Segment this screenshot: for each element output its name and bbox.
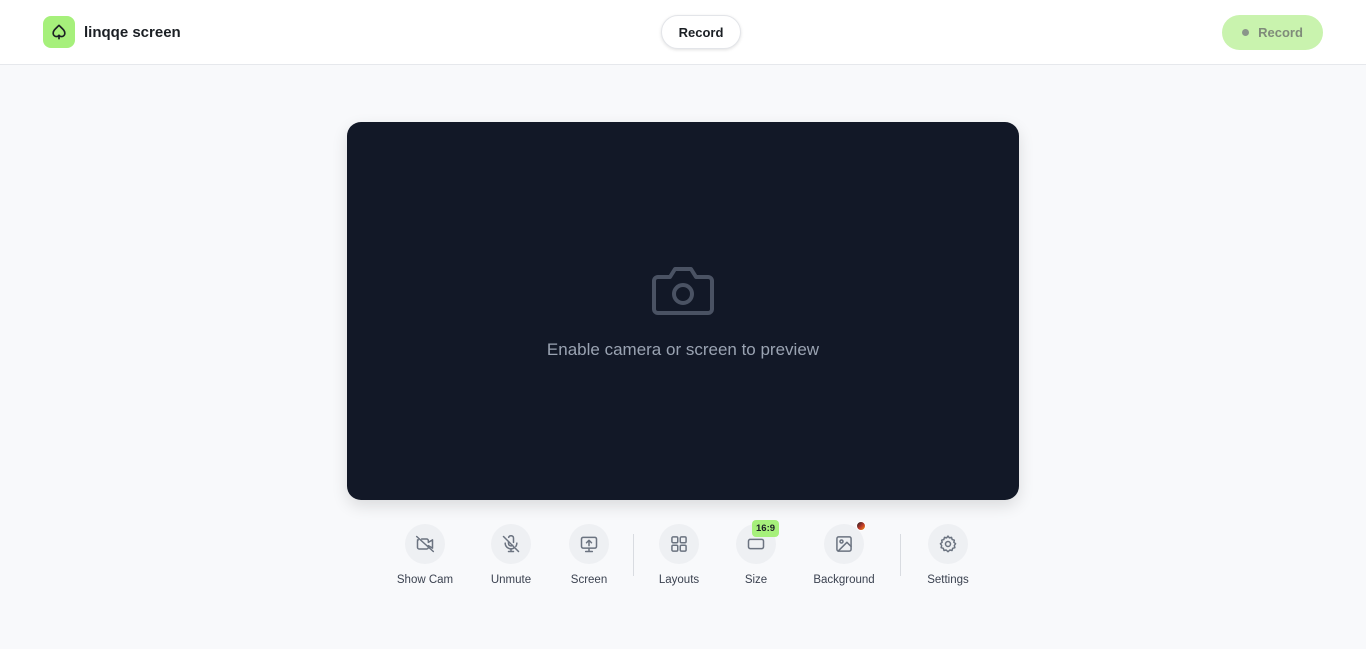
show-cam-button[interactable]: Show Cam	[380, 524, 470, 586]
background-button[interactable]: Background	[799, 521, 889, 586]
app-header: linqqe screen Record Record	[0, 0, 1366, 65]
show-cam-label: Show Cam	[396, 574, 454, 586]
record-dot-icon	[1242, 29, 1250, 36]
screen-share-icon	[580, 536, 598, 553]
logo-icon	[43, 16, 75, 48]
camera-icon	[652, 263, 714, 322]
aspect-ratio-icon	[747, 538, 765, 550]
settings-button[interactable]: Settings	[903, 524, 993, 586]
brand[interactable]: linqqe screen	[43, 16, 181, 48]
size-button[interactable]: 16:9 Size	[711, 520, 801, 586]
settings-icon-wrap	[928, 524, 968, 564]
background-label: Background	[813, 574, 875, 586]
record-button-label: Record	[1258, 25, 1303, 40]
size-icon-wrap: 16:9	[736, 520, 780, 564]
settings-label: Settings	[927, 574, 969, 586]
image-icon	[836, 536, 852, 552]
tab-record[interactable]: Record	[661, 15, 741, 49]
layouts-label: Layouts	[658, 574, 700, 586]
unmute-label: Unmute	[490, 574, 532, 586]
size-label: Size	[744, 574, 768, 586]
screen-button[interactable]: Screen	[544, 524, 634, 586]
preview-area: Enable camera or screen to preview	[347, 122, 1019, 500]
unmute-button[interactable]: Unmute	[466, 524, 556, 586]
mic-off-icon	[502, 535, 520, 553]
preview-placeholder-text: Enable camera or screen to preview	[546, 340, 820, 359]
gear-icon	[939, 535, 957, 553]
show-cam-icon-wrap	[405, 524, 445, 564]
control-toolbar: Show Cam Unmute Screen Layouts 16:9 Size…	[0, 520, 1366, 588]
background-indicator-dot	[856, 521, 866, 531]
size-ratio-badge: 16:9	[752, 520, 780, 537]
app-name: linqqe screen	[84, 23, 181, 41]
screen-label: Screen	[570, 574, 608, 586]
screen-icon-wrap	[569, 524, 609, 564]
record-button[interactable]: Record	[1222, 15, 1323, 50]
background-icon-wrap	[824, 521, 866, 564]
camera-off-icon	[415, 535, 435, 553]
toolbar-divider	[900, 534, 901, 576]
layout-grid-icon	[671, 536, 687, 552]
layouts-icon-wrap	[659, 524, 699, 564]
unmute-icon-wrap	[491, 524, 531, 564]
